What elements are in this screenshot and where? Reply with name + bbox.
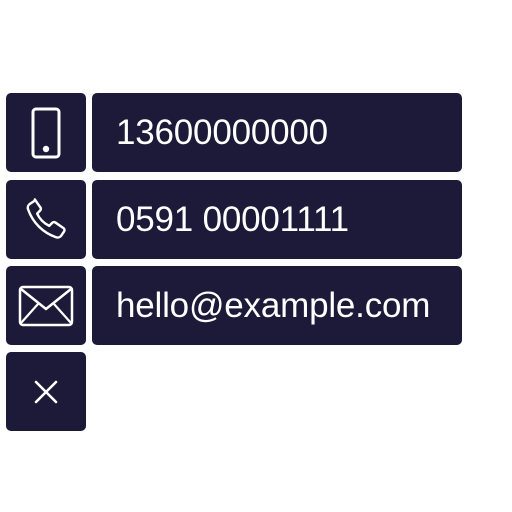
telephone-number-text: 0591 00001111 [116, 199, 349, 239]
telephone-icon [18, 192, 74, 248]
mobile-number-text: 13600000000 [116, 112, 328, 152]
telephone-icon-tile[interactable] [6, 180, 86, 259]
email-address-field[interactable]: hello@example.com [92, 266, 462, 345]
mobile-phone-icon [31, 107, 61, 159]
mobile-number-field[interactable]: 13600000000 [92, 93, 462, 172]
contact-widget: 13600000000 0591 00001111 hello@example.… [0, 0, 512, 512]
email-address-text: hello@example.com [116, 285, 431, 325]
envelope-icon [18, 285, 74, 327]
close-icon [33, 379, 59, 405]
mobile-icon-tile[interactable] [6, 93, 86, 172]
email-icon-tile[interactable] [6, 266, 86, 345]
telephone-number-field[interactable]: 0591 00001111 [92, 180, 462, 259]
close-button[interactable] [6, 352, 86, 431]
